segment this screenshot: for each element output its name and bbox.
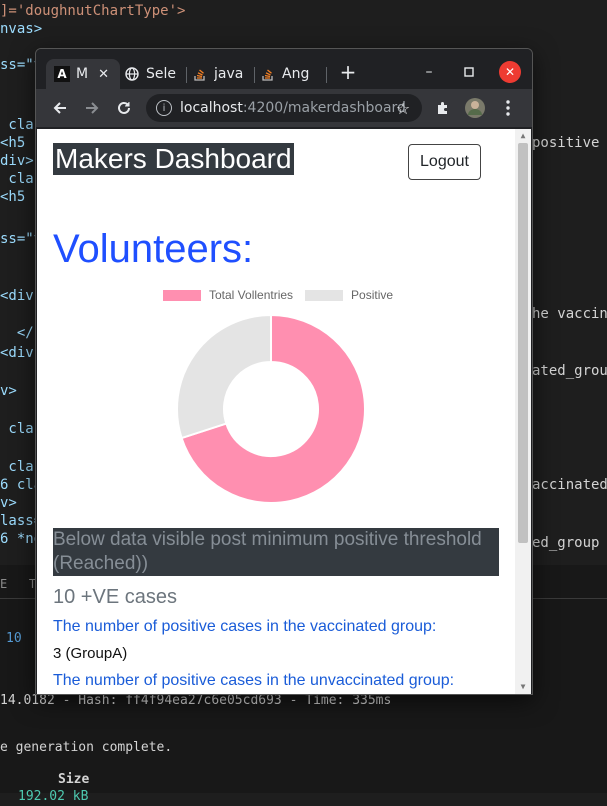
editor-line: <div: [0, 288, 34, 304]
scroll-up-arrow-icon[interactable]: ▲: [518, 131, 528, 141]
angular-icon: A: [54, 66, 70, 82]
tab-selenium[interactable]: Sele: [116, 59, 182, 89]
tab-makers-dashboard[interactable]: A M ✕: [46, 59, 120, 89]
minimize-icon[interactable]: –: [418, 61, 440, 83]
back-arrow-icon[interactable]: [49, 97, 71, 119]
page-viewport: Makers Dashboard Logout Volunteers: Tota…: [37, 129, 515, 694]
editor-line: nvas>: [0, 21, 43, 37]
browser-toolbar: i localhost:4200/makerdashboard ☆: [36, 89, 532, 127]
terminal-tab-labels: E T: [0, 577, 37, 591]
profile-avatar[interactable]: [464, 97, 486, 119]
tab-close-icon[interactable]: ✕: [98, 67, 109, 82]
tab-angular[interactable]: Ang: [252, 59, 324, 89]
browser-menu-icon[interactable]: [497, 97, 519, 119]
maximize-icon[interactable]: [458, 61, 480, 83]
legend-swatch-total: [163, 289, 201, 301]
vaccinated-answer: 3 (GroupA): [53, 645, 128, 662]
editor-line-right: ed_group ]: [532, 535, 600, 551]
close-window-icon[interactable]: ✕: [499, 61, 521, 83]
editor-line: <div: [0, 345, 34, 361]
tab-label: java: [214, 66, 244, 82]
terminal-size-value: 192.02 kB: [18, 789, 89, 804]
positive-cases-count: 10 +VE cases: [53, 586, 177, 608]
page-title: Makers Dashboard: [53, 143, 294, 175]
tab-strip: A M ✕ Sele java Ang + – ✕: [36, 49, 532, 93]
browser-window: A M ✕ Sele java Ang + – ✕ i localhost:4…: [35, 48, 533, 695]
scrollbar-thumb[interactable]: [518, 143, 528, 543]
site-info-icon[interactable]: i: [156, 100, 172, 116]
editor-line: v>: [0, 495, 17, 511]
address-bar[interactable]: i localhost:4200/makerdashboard: [146, 94, 422, 122]
tab-label: Ang: [282, 66, 310, 82]
unvaccinated-question: The number of positive cases in the unva…: [53, 672, 455, 689]
editor-line-right: he vaccina: [532, 306, 607, 322]
tab-java[interactable]: java: [184, 59, 250, 89]
chart-legend: Total Vollentries Positive: [163, 288, 393, 302]
extensions-puzzle-icon[interactable]: [432, 97, 454, 119]
logout-button[interactable]: Logout: [408, 144, 481, 180]
editor-line-right: ated_group: [532, 363, 607, 379]
url-path: :4200/makerdashboard: [242, 100, 406, 116]
editor-line-right: positive: [532, 135, 600, 151]
volunteers-heading: Volunteers:: [53, 227, 254, 271]
editor-line: div>: [0, 153, 34, 169]
globe-icon: [124, 66, 140, 82]
threshold-banner: Below data visible post minimum positive…: [53, 528, 499, 576]
legend-swatch-positive: [305, 289, 344, 301]
doughnut-slice-positive[interactable]: [177, 313, 272, 440]
scroll-down-arrow-icon[interactable]: ▼: [518, 682, 528, 692]
legend-label-positive: Positive: [351, 288, 394, 302]
tab-label: Sele: [146, 66, 177, 82]
terminal-generation-line: e generation complete.: [0, 740, 173, 755]
doughnut-chart: [177, 313, 366, 504]
stackoverflow-icon: [260, 66, 276, 82]
new-tab-button[interactable]: +: [337, 60, 359, 84]
vaccinated-question: The number of positive cases in the vacc…: [53, 618, 437, 635]
bookmark-star-icon[interactable]: ☆: [392, 97, 414, 119]
forward-arrow-icon[interactable]: [81, 97, 103, 119]
editor-line: v>: [0, 383, 17, 399]
page-scrollbar[interactable]: ▲ ▼: [515, 129, 531, 694]
editor-line-right: accinated: [532, 477, 607, 493]
editor-line: ]='doughnutChartType'>: [0, 3, 186, 19]
terminal-line-10: 10: [6, 631, 22, 646]
stackoverflow-icon: [192, 66, 208, 82]
tab-separator: [326, 67, 327, 83]
legend-label-total: Total Vollentries: [209, 288, 294, 302]
terminal-size-header: Size: [58, 772, 90, 787]
reload-icon[interactable]: [113, 97, 135, 119]
tab-label: M: [76, 66, 89, 82]
url-host: localhost: [180, 100, 243, 116]
